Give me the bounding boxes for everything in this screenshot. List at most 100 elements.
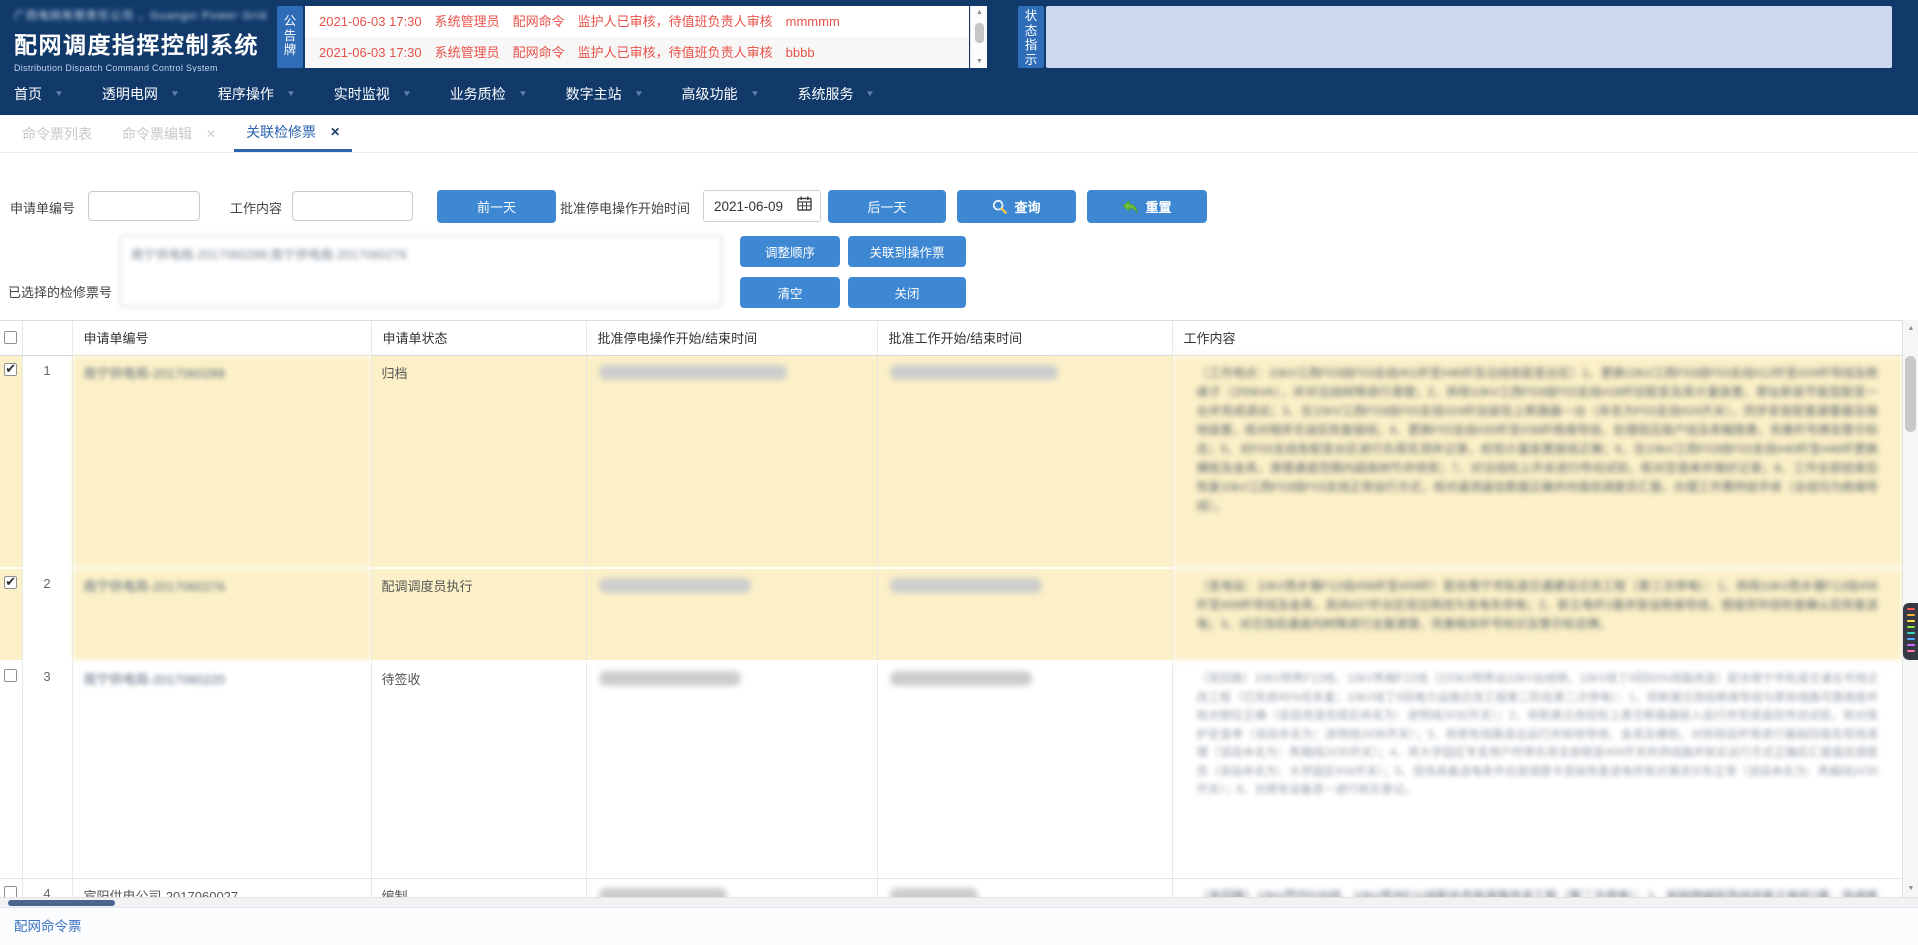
col-header-apply-no: 申请单编号 <box>72 321 371 355</box>
tab-command-ticket-edit[interactable]: 命令票编辑 ✕ <box>110 115 228 152</box>
search-icon <box>992 199 1007 214</box>
ticket-number-blurred: 南宁供电局-2017060288 <box>72 355 371 568</box>
scroll-up-icon[interactable]: ▲ <box>1903 325 1918 332</box>
floating-toolbox-handle[interactable] <box>1903 603 1918 660</box>
chevron-down-icon: ▼ <box>286 89 296 98</box>
status-indicator-panel <box>1046 6 1892 68</box>
nav-item-digital-station[interactable]: 数字主站 ▼ <box>566 84 643 104</box>
chevron-down-icon: ▼ <box>633 89 643 98</box>
work-time-blurred <box>877 878 1172 897</box>
apply-no-input[interactable] <box>88 191 200 221</box>
tab-command-ticket-list[interactable]: 命令票列表 <box>10 115 104 152</box>
app-window: 广西电网有限责任公司 ，Guangxi Power Grid 配网调度指挥控制系… <box>0 0 1918 945</box>
link-to-operation-ticket-button[interactable]: 关联到操作票 <box>848 236 966 267</box>
reset-button[interactable]: 重置 <box>1087 190 1207 223</box>
brand-block: 广西电网有限责任公司 ，Guangxi Power Grid 配网调度指挥控制系… <box>14 7 267 73</box>
announcement-text: 2021-06-03 17:30 系统管理员 配网命令 监护人已审核，待值班负责… <box>319 45 815 60</box>
chevron-down-icon: ▼ <box>402 89 412 98</box>
scrollbar-thumb[interactable] <box>8 900 115 906</box>
apply-no-label: 申请单编号 <box>10 198 75 217</box>
table-row[interactable]: 1 南宁供电局-2017060288 归档 （工作地点：10kV江西F03线F0… <box>0 355 1902 568</box>
row-number: 2 <box>22 568 72 661</box>
work-content-blurred: （工作地点：10kV江西F03线F03支线#01杆至#46杆及沿线各配变台区）1… <box>1172 355 1902 568</box>
table-horizontal-scrollbar[interactable] <box>0 897 1918 907</box>
scrollbar-thumb[interactable] <box>1905 356 1916 432</box>
outage-time-blurred <box>586 568 877 661</box>
close-icon[interactable]: ✕ <box>206 127 216 141</box>
work-content-blurred: （双回路）10kV明秀F12线、10kV秀厢F22线（220kV明秀站10kV出… <box>1172 661 1902 878</box>
row-checkbox[interactable] <box>4 576 17 589</box>
work-content-blurred: （多回路）10kV芦圩F05线、10kV宾州F11线配合市政道路改造工程（第二次… <box>1172 878 1902 897</box>
outage-time-blurred <box>586 878 877 897</box>
chevron-down-icon: ▼ <box>517 89 527 98</box>
close-button[interactable]: 关闭 <box>848 277 966 308</box>
work-time-blurred <box>877 355 1172 568</box>
nav-item-realtime-monitor[interactable]: 实时监视 ▼ <box>334 84 411 104</box>
chevron-down-icon: ▼ <box>170 89 180 98</box>
row-checkbox[interactable] <box>4 886 17 898</box>
close-icon[interactable]: ✕ <box>330 125 340 139</box>
row-number: 3 <box>22 661 72 878</box>
status-indicator-tab[interactable]: 状态指示 <box>1018 6 1044 68</box>
row-number-header <box>22 321 72 355</box>
date-value: 2021-06-09 <box>714 199 797 214</box>
main-navbar: 首页 ▼ 透明电网 ▼ 程序操作 ▼ 实时监视 ▼ 业务质检 ▼ 数字主站 ▼ <box>0 72 1918 115</box>
row-number: 4 <box>22 878 72 897</box>
document-tabs: 命令票列表 命令票编辑 ✕ 关联检修票 ✕ <box>0 115 1918 153</box>
distribution-command-ticket-link[interactable]: 配网命令票 <box>14 908 82 945</box>
nav-item-system-services[interactable]: 系统服务 ▼ <box>797 84 874 104</box>
col-header-work-content: 工作内容 <box>1172 321 1902 355</box>
outage-time-blurred <box>586 661 877 878</box>
ticket-status: 待签收 <box>371 661 586 878</box>
nav-item-transparent-grid[interactable]: 透明电网 ▼ <box>102 84 179 104</box>
ticket-status: 配调调度员执行 <box>371 568 586 661</box>
ticket-number-blurred: 南宁供电局-2017060276 <box>72 568 371 661</box>
outage-time-blurred <box>586 355 877 568</box>
nav-item-advanced-functions[interactable]: 高级功能 ▼ <box>682 84 759 104</box>
app-title: 配网调度指挥控制系统 <box>14 26 267 60</box>
tab-related-maintenance-ticket[interactable]: 关联检修票 ✕ <box>234 115 352 152</box>
scroll-up-icon[interactable]: ▲ <box>971 9 988 16</box>
work-time-blurred <box>877 568 1172 661</box>
chevron-down-icon: ▼ <box>54 89 64 98</box>
company-name-blurred: 广西电网有限责任公司 ，Guangxi Power Grid <box>14 7 267 23</box>
ticket-number-blurred: 南宁供电局-2017060220 <box>72 661 371 878</box>
query-button[interactable]: 查询 <box>957 190 1076 223</box>
selected-tickets-textarea[interactable]: 南宁供电局-2017060288;南宁供电局-2017060276 <box>120 235 722 307</box>
table-row[interactable]: 3 南宁供电局-2017060220 待签收 （双回路）10kV明秀F12线、1… <box>0 661 1902 878</box>
col-header-outage-time: 批准停电操作开始/结束时间 <box>586 321 877 355</box>
nav-item-program-operation[interactable]: 程序操作 ▼ <box>218 84 295 104</box>
scrollbar-thumb[interactable] <box>975 23 984 43</box>
row-checkbox[interactable] <box>4 669 17 682</box>
work-content-input[interactable] <box>292 191 413 221</box>
nav-item-quality-check[interactable]: 业务质检 ▼ <box>450 84 527 104</box>
chevron-down-icon: ▼ <box>865 89 875 98</box>
maintenance-ticket-table: 申请单编号 申请单状态 批准停电操作开始/结束时间 批准工作开始/结束时间 工作… <box>0 320 1902 897</box>
table-row[interactable]: 4 宾阳供电公司-2017060027 编制 （多回路）10kV芦圩F05线、1… <box>0 878 1902 897</box>
row-checkbox[interactable] <box>4 363 17 376</box>
selected-tickets-label: 已选择的检修票号 <box>8 282 112 301</box>
top-header: 广西电网有限责任公司 ，Guangxi Power Grid 配网调度指挥控制系… <box>0 0 1918 72</box>
table-header-row: 申请单编号 申请单状态 批准停电操作开始/结束时间 批准工作开始/结束时间 工作… <box>0 321 1902 355</box>
announcement-scrollbar[interactable]: ▲ ▼ <box>970 6 987 68</box>
ticket-status: 归档 <box>371 355 586 568</box>
table-row[interactable]: 2 南宁供电局-2017060276 配调调度员执行 （变电站：10kV西乡塘F… <box>0 568 1902 661</box>
announcement-item[interactable]: 2021-06-03 17:30 系统管理员 配网命令 监护人已审核，待值班负责… <box>305 37 969 68</box>
chevron-down-icon: ▼ <box>749 89 759 98</box>
clear-button[interactable]: 清空 <box>740 277 840 308</box>
scroll-down-icon[interactable]: ▼ <box>1903 885 1918 892</box>
col-header-work-time: 批准工作开始/结束时间 <box>877 321 1172 355</box>
scroll-down-icon[interactable]: ▼ <box>971 58 988 65</box>
work-time-blurred <box>877 661 1172 878</box>
nav-menu: 首页 ▼ 透明电网 ▼ 程序操作 ▼ 实时监视 ▼ 业务质检 ▼ 数字主站 ▼ <box>14 72 913 115</box>
announcement-board-tab[interactable]: 公告牌 <box>277 6 303 68</box>
announcement-item[interactable]: 2021-06-03 17:30 系统管理员 配网命令 监护人已审核，待值班负责… <box>305 6 969 37</box>
nav-item-home[interactable]: 首页 ▼ <box>14 84 63 104</box>
work-content-label: 工作内容 <box>230 198 282 217</box>
adjust-order-button[interactable]: 调整顺序 <box>740 236 840 267</box>
date-picker[interactable]: 2021-06-09 <box>703 190 821 222</box>
prev-day-button[interactable]: 前一天 <box>437 190 556 223</box>
next-day-button[interactable]: 后一天 <box>828 190 946 223</box>
select-all-checkbox[interactable] <box>4 331 17 344</box>
reset-arrow-icon <box>1122 200 1138 214</box>
